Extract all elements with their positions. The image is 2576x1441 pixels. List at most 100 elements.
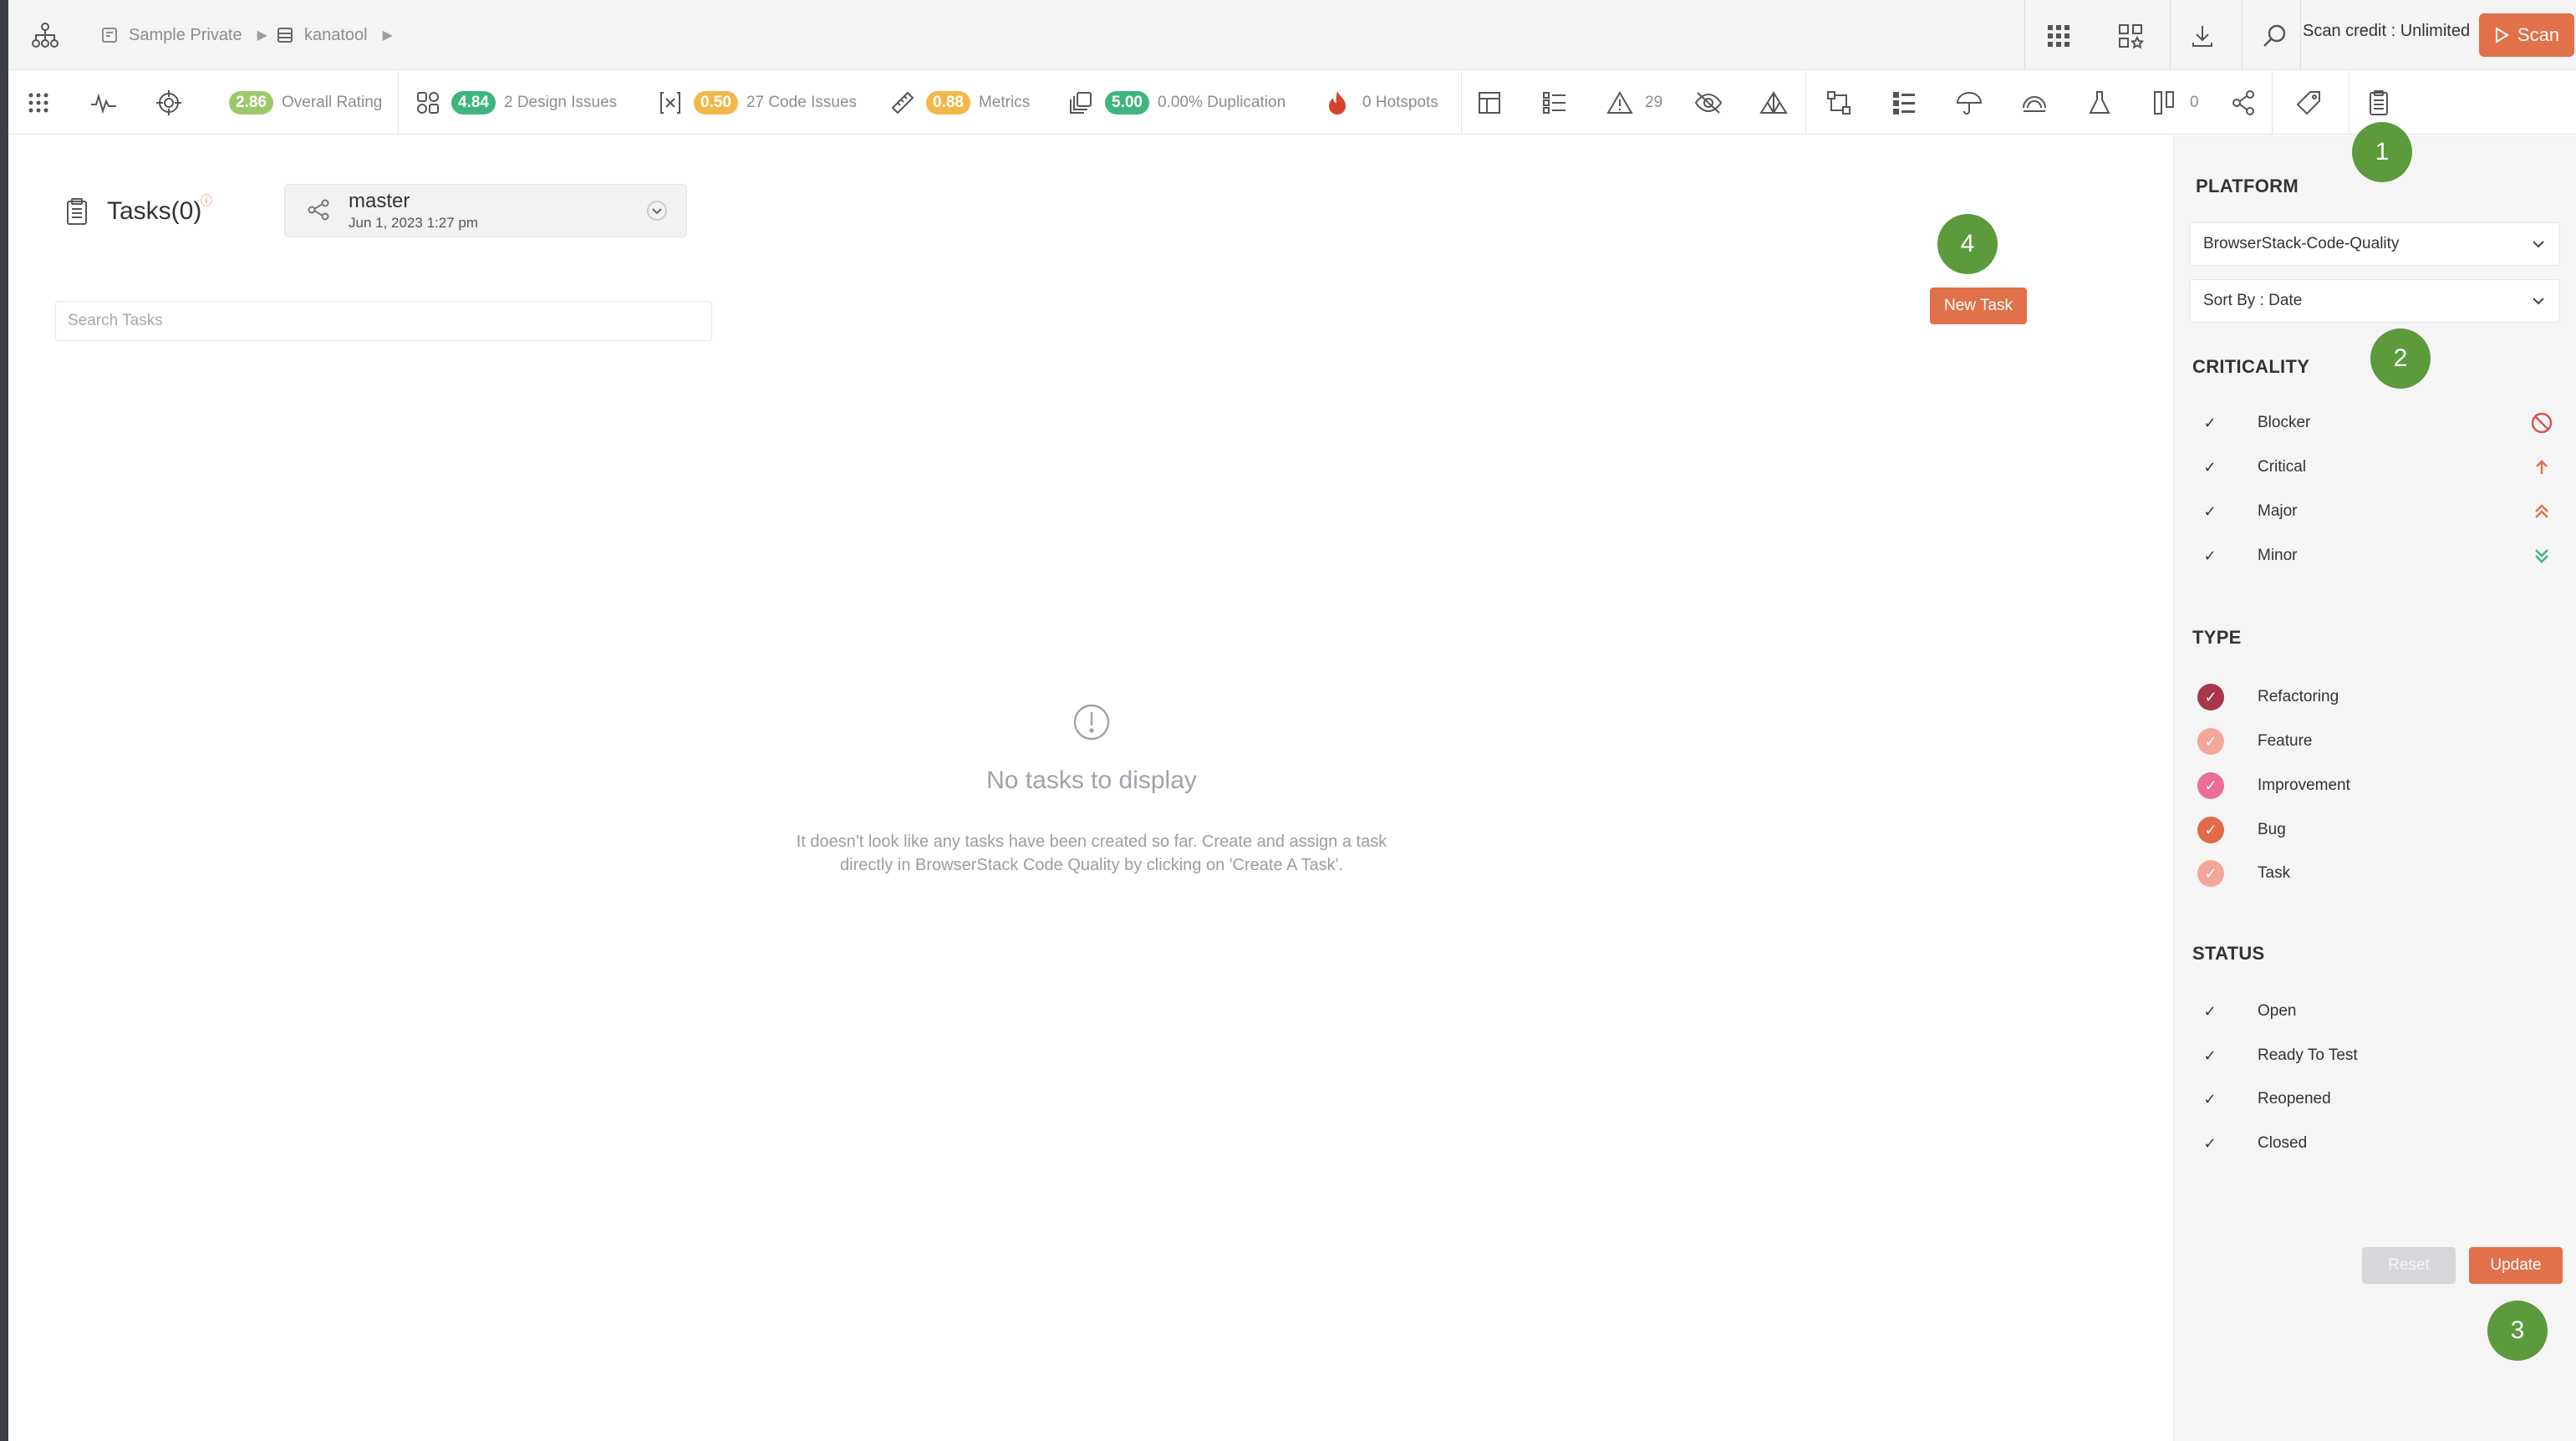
coverage-button[interactable] [1952, 71, 1986, 135]
status-option-reopened[interactable]: ✓ Reopened [2196, 1082, 2555, 1116]
divider [1805, 71, 1806, 135]
branch-selector[interactable]: master Jun 1, 2023 1:27 pm [284, 184, 687, 237]
type-option-improvement[interactable]: ✓ Improvement [2196, 769, 2555, 802]
annotation-marker-3: 3 [2487, 1301, 2548, 1361]
sort-select[interactable]: Sort By : Date [2189, 279, 2560, 323]
org-tree-icon[interactable] [28, 18, 62, 52]
target-button[interactable] [152, 71, 186, 135]
criticality-option-major[interactable]: ✓ Major [2196, 495, 2555, 528]
tags-button[interactable] [2292, 71, 2325, 135]
list-button[interactable] [1538, 71, 1571, 135]
overall-rating-metric[interactable]: 2.86 Overall Rating [219, 71, 382, 135]
scan-button[interactable]: Scan [2479, 13, 2574, 57]
security-button[interactable] [1757, 71, 1790, 135]
breadcrumb-arrow-icon: ▶ [257, 28, 267, 43]
option-label: Critical [2258, 458, 2307, 476]
duplication-metric[interactable]: 5.00 0.00% Duplication [1065, 71, 1285, 135]
favorites-grid-icon[interactable] [2113, 18, 2148, 53]
workflow-icon [1822, 86, 1856, 120]
share-button[interactable] [2227, 71, 2260, 135]
update-button[interactable]: Update [2469, 1247, 2563, 1284]
empty-state-title: No tasks to display [986, 766, 1197, 794]
empty-state-text: It doesn't look like any tasks have been… [796, 833, 1387, 874]
code-issues-badge: 0.50 [694, 91, 738, 115]
search-tasks-input[interactable] [55, 301, 712, 341]
window-edge [0, 0, 8, 1441]
chevron-down-icon [647, 201, 667, 221]
criticality-option-minor[interactable]: ✓ Minor [2196, 539, 2555, 573]
criticality-option-blocker[interactable]: ✓ Blocker [2196, 406, 2555, 440]
lab-button[interactable] [2083, 71, 2116, 135]
tag-icon [2292, 86, 2325, 120]
checklist-button[interactable] [1887, 71, 1921, 135]
status-option-open[interactable]: ✓ Open [2196, 995, 2555, 1028]
hotspots-label: 0 Hotspots [1362, 94, 1438, 111]
overall-rating-badge: 2.86 [229, 91, 273, 115]
option-label: Major [2258, 502, 2298, 520]
code-issues-metric[interactable]: 0.50 27 Code Issues [654, 71, 857, 135]
type-heading: TYPE [2192, 627, 2242, 648]
criticality-option-critical[interactable]: ✓ Critical [2196, 451, 2555, 484]
checklist-icon [1887, 86, 1921, 120]
download-icon[interactable] [2185, 18, 2220, 53]
scan-credit-text: Scan credit : Unlimited [2303, 22, 2471, 40]
workflow-button[interactable] [1822, 71, 1856, 135]
activity-button[interactable] [87, 71, 120, 135]
breadcrumb-project[interactable]: Sample Private ▶ [100, 20, 267, 50]
check-icon: ✓ [2203, 1134, 2217, 1152]
checked-dot-icon: ✓ [2197, 772, 2224, 799]
checked-dot-icon: ✓ [2197, 728, 2224, 755]
check-icon: ✓ [2203, 458, 2217, 476]
apps-grid-icon[interactable] [2041, 18, 2076, 53]
layout-button[interactable] [1473, 71, 1506, 135]
visibility-button[interactable] [1692, 71, 1725, 135]
annotation-marker-1: 1 [2352, 122, 2412, 182]
design-issues-metric[interactable]: 4.84 2 Design Issues [411, 71, 617, 135]
criticality-heading: CRITICALITY [2192, 356, 2310, 377]
status-option-ready-to-test[interactable]: ✓ Ready To Test [2196, 1039, 2555, 1072]
umbrella-icon [1952, 86, 1986, 120]
breadcrumb-label: Sample Private [129, 25, 242, 44]
check-icon: ✓ [2203, 547, 2217, 564]
gauge-icon [2018, 86, 2051, 120]
type-option-refactoring[interactable]: ✓ Refactoring [2196, 680, 2555, 714]
breadcrumb-repo[interactable]: kanatool ▶ [276, 20, 393, 50]
duplication-label: 0.00% Duplication [1157, 94, 1286, 111]
info-icon[interactable]: ⓘ [201, 192, 212, 209]
checked-dot-icon: ✓ [2197, 684, 2224, 710]
new-task-button[interactable]: New Task [1930, 288, 2027, 324]
check-icon: ✓ [2203, 1046, 2217, 1064]
status-option-closed[interactable]: ✓ Closed [2196, 1127, 2555, 1160]
type-option-task[interactable]: ✓ Task [2196, 857, 2555, 890]
type-option-feature[interactable]: ✓ Feature [2196, 725, 2555, 758]
type-option-bug[interactable]: ✓ Bug [2196, 813, 2555, 847]
arrow-up-icon [2528, 454, 2555, 481]
warnings-count: 29 [1645, 94, 1663, 111]
grid-menu-icon [22, 86, 55, 120]
option-label: Reopened [2258, 1090, 2331, 1107]
hotspots-metric[interactable]: 0 Hotspots [1321, 71, 1438, 135]
branch-date: Jun 1, 2023 1:27 pm [349, 215, 479, 231]
design-issues-badge: 4.84 [451, 91, 496, 115]
branches-button[interactable]: 0 [2148, 71, 2199, 135]
eye-off-icon [1692, 86, 1725, 120]
option-label: Improvement [2258, 777, 2350, 794]
warnings-button[interactable]: 29 [1603, 71, 1662, 135]
dashboard-button[interactable] [2018, 71, 2051, 135]
search-icon[interactable] [2257, 18, 2292, 53]
repo-icon [102, 28, 117, 43]
triangle-alert-icon [1757, 86, 1790, 120]
double-chevron-down-icon [2528, 542, 2555, 569]
platform-select[interactable]: BrowserStack-Code-Quality [2189, 222, 2560, 266]
clipboard-icon [2362, 86, 2395, 120]
crosshair-icon [152, 86, 186, 120]
branch-name: master [349, 190, 410, 212]
reset-button[interactable]: Reset [2362, 1247, 2456, 1284]
metrics-metric[interactable]: 0.88 Metrics [886, 71, 1030, 135]
option-label: Closed [2258, 1134, 2308, 1152]
divider [398, 71, 399, 135]
menu-grid-button[interactable] [22, 71, 55, 135]
clipboard-icon [67, 198, 87, 225]
divider [2024, 0, 2025, 70]
chevron-down-icon [2533, 241, 2544, 248]
